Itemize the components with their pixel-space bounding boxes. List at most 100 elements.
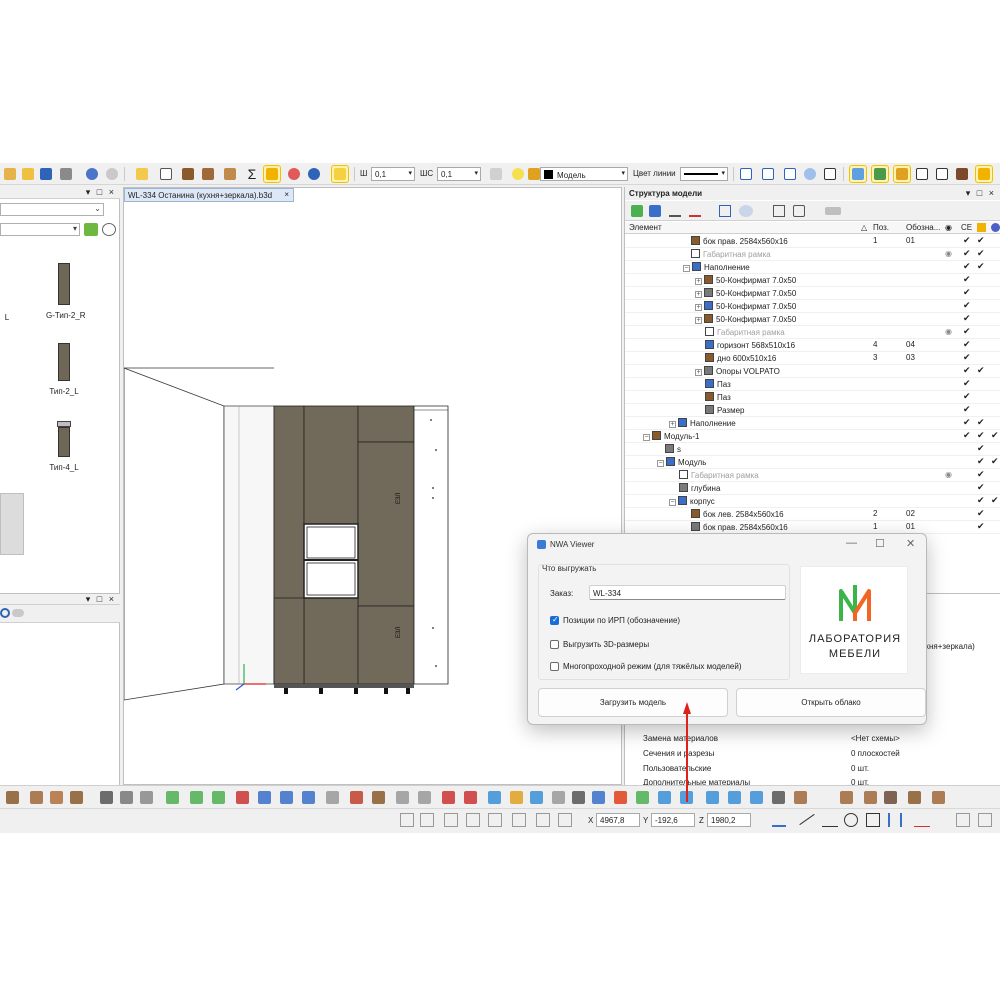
line-icon[interactable]	[799, 813, 815, 826]
new-icon[interactable]	[2, 166, 18, 182]
property-value[interactable]: 0 плоскостей	[851, 749, 900, 758]
tree-row[interactable]: дно 600x510x16 3 03 ✔	[625, 352, 1000, 365]
tool-icon[interactable]	[48, 789, 65, 806]
grid-snap-icon[interactable]	[488, 813, 502, 827]
visibility-icon[interactable]: ◉	[945, 327, 952, 336]
tool-icon[interactable]	[164, 789, 181, 806]
visibility-icon[interactable]: ◉	[945, 470, 952, 479]
link-icon[interactable]	[331, 165, 349, 183]
maximize-button[interactable]: ☐	[875, 537, 885, 550]
check-icon[interactable]: ✔	[977, 261, 985, 272]
tree-row[interactable]: − корпус ✔ ✔	[625, 495, 1000, 508]
check-icon[interactable]: ✔	[963, 404, 971, 415]
tool-icon[interactable]	[930, 789, 947, 806]
tool-icon[interactable]	[440, 789, 457, 806]
tool-icon[interactable]	[256, 789, 273, 806]
check-icon[interactable]: ✔	[977, 521, 985, 532]
tool-icon[interactable]	[704, 789, 721, 806]
trim-icon[interactable]	[914, 813, 930, 827]
check-icon[interactable]: ✔	[963, 365, 971, 376]
tool-icon[interactable]	[68, 789, 85, 806]
snap-icon[interactable]	[444, 813, 458, 827]
check-icon[interactable]: ✔	[977, 456, 985, 467]
library-item[interactable]: G-Тип-2_R	[46, 263, 86, 320]
x-coord-input[interactable]: 4967,8	[596, 813, 640, 827]
angle-icon[interactable]	[822, 813, 838, 827]
expand-toggle-icon[interactable]: +	[695, 291, 702, 298]
bulb-icon[interactable]	[510, 166, 526, 182]
expand-toggle-icon[interactable]: −	[643, 434, 650, 441]
tool-icon[interactable]	[278, 789, 295, 806]
cloud-icon[interactable]	[12, 609, 24, 617]
check-icon[interactable]: ✔	[963, 391, 971, 402]
line-style-select[interactable]: ▾	[680, 167, 728, 181]
library-item-partial[interactable]: L	[2, 307, 12, 322]
col-ce[interactable]: CE	[961, 223, 972, 232]
tree-row[interactable]: +50-Конфирмат 7.0x50 ✔	[625, 313, 1000, 326]
tree-row[interactable]: +50-Конфирмат 7.0x50 ✔	[625, 287, 1000, 300]
expand-toggle-icon[interactable]: −	[657, 460, 664, 467]
tool-icon[interactable]	[394, 789, 411, 806]
copy-icon[interactable]	[978, 813, 992, 827]
undo-icon[interactable]	[84, 166, 100, 182]
check-icon[interactable]: ✔	[963, 339, 971, 350]
tool-icon[interactable]	[770, 789, 787, 806]
list-icon[interactable]	[773, 205, 785, 217]
check-icon[interactable]: ✔	[963, 300, 971, 311]
dimension-icon[interactable]	[888, 813, 902, 827]
option-checkbox-positions[interactable]	[550, 615, 559, 625]
tool-icon[interactable]	[486, 789, 503, 806]
hexagon-icon[interactable]	[866, 813, 880, 827]
tool-icon[interactable]	[210, 789, 227, 806]
check-icon[interactable]: ✔	[963, 261, 971, 272]
check-icon[interactable]: ✔	[977, 469, 985, 480]
tool-icon[interactable]	[138, 789, 155, 806]
tree-row[interactable]: глубина ✔	[625, 482, 1000, 495]
property-value[interactable]: 0 шт.	[851, 764, 869, 773]
tool-icon[interactable]	[4, 789, 21, 806]
circle-icon[interactable]	[844, 813, 858, 827]
tree-row[interactable]: горизонт 568x510x16 4 04 ✔	[625, 339, 1000, 352]
add-icon[interactable]	[631, 205, 643, 217]
scissors-icon[interactable]	[158, 166, 174, 182]
check-icon[interactable]: ✔	[991, 430, 999, 441]
property-value[interactable]: <Нет схемы>	[851, 734, 900, 743]
y-coord-input[interactable]: -192,6	[651, 813, 695, 827]
folder-icon[interactable]	[134, 166, 150, 182]
tree-row[interactable]: Паз ✔	[625, 378, 1000, 391]
check-icon[interactable]: ✔	[963, 352, 971, 363]
eye-icon[interactable]	[306, 166, 322, 182]
z-coord-input[interactable]: 1980,2	[707, 813, 751, 827]
tree-row[interactable]: − Модуль-1 ✔ ✔ ✔	[625, 430, 1000, 443]
copy-icon[interactable]	[793, 205, 805, 217]
order-input[interactable]: WL-334	[589, 585, 786, 600]
layer-select[interactable]: Модель ▾	[540, 167, 628, 181]
sheet-icon[interactable]	[934, 166, 950, 182]
tree-row[interactable]: Паз ✔	[625, 391, 1000, 404]
check-icon[interactable]: ✔	[977, 248, 985, 259]
tool-icon[interactable]	[324, 789, 341, 806]
tree-row[interactable]: бок прав. 2584x560x16 1 01 ✔ ✔	[625, 235, 1000, 248]
package-icon[interactable]	[975, 165, 993, 183]
library-item[interactable]: Тип-4_L	[46, 421, 82, 472]
calc-icon[interactable]	[914, 166, 930, 182]
tool-icon[interactable]	[300, 789, 317, 806]
library-filter-select[interactable]: ⌄	[0, 203, 104, 216]
tool-icon[interactable]	[590, 789, 607, 806]
library-path-select[interactable]: ▾	[0, 223, 80, 236]
stand-icon[interactable]	[200, 166, 216, 182]
tool-icon[interactable]	[882, 789, 899, 806]
go-up-icon[interactable]	[84, 223, 98, 236]
zoom-model-icon[interactable]	[719, 205, 731, 217]
sum-icon[interactable]: Σ	[244, 166, 260, 182]
grid-icon[interactable]	[893, 165, 911, 183]
check-icon[interactable]: ✔	[977, 443, 985, 454]
tree-row[interactable]: Размер ✔	[625, 404, 1000, 417]
search-icon[interactable]	[102, 223, 116, 236]
tool-icon[interactable]	[462, 789, 479, 806]
expand-toggle-icon[interactable]: +	[695, 304, 702, 311]
tool-icon[interactable]	[570, 789, 587, 806]
line-red-icon[interactable]	[689, 205, 701, 217]
tool-icon[interactable]	[906, 789, 923, 806]
tool-icon[interactable]	[726, 789, 743, 806]
